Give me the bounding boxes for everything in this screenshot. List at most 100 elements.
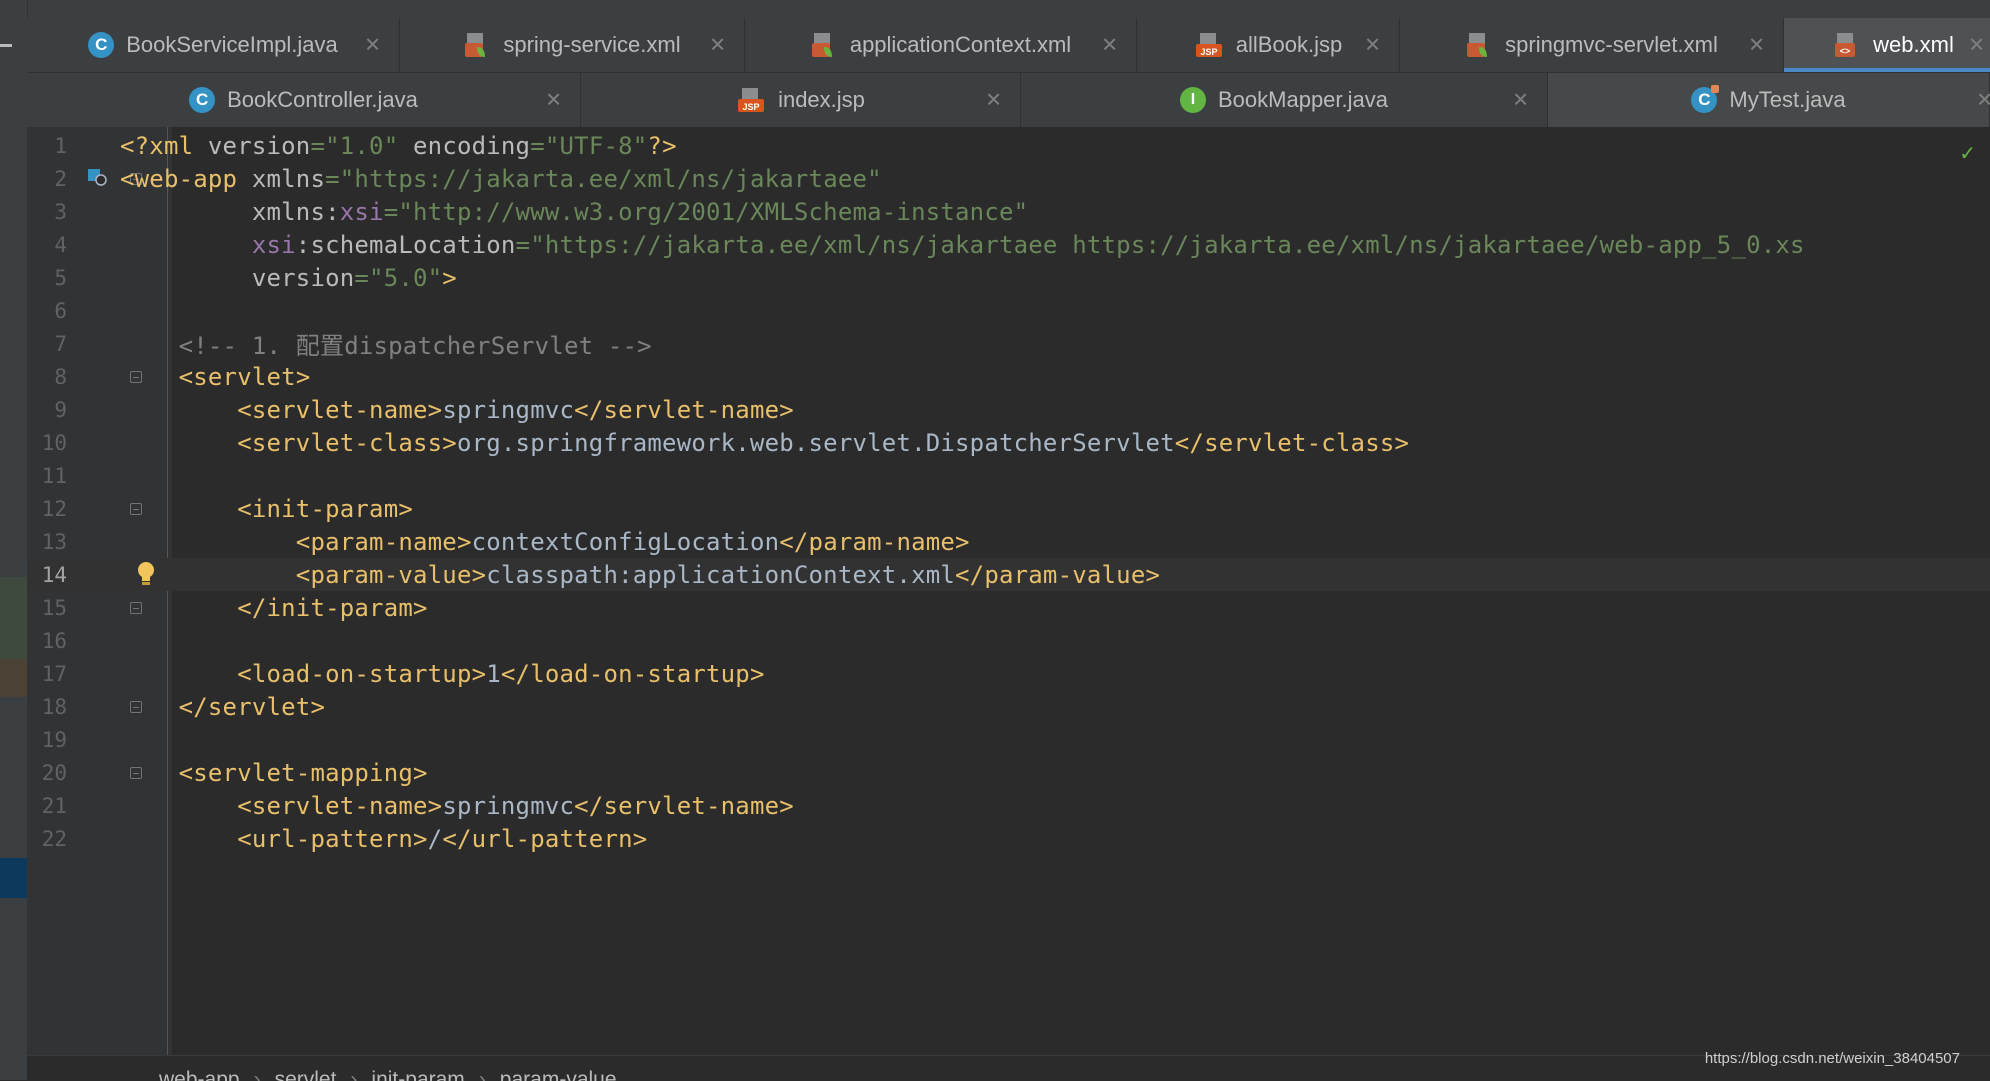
code-line[interactable]: 20 <servlet-mapping> xyxy=(27,756,1990,789)
line-number[interactable]: 13 xyxy=(27,530,67,554)
code-text[interactable]: <param-name>contextConfigLocation</param… xyxy=(120,528,970,556)
interface-icon: I xyxy=(1180,87,1206,113)
code-line[interactable]: 4 xsi:schemaLocation="https://jakarta.ee… xyxy=(27,228,1990,261)
tab-bookmapper[interactable]: I BookMapper.java ✕ xyxy=(1021,73,1548,127)
code-line[interactable]: 21 <servlet-name>springmvc</servlet-name… xyxy=(27,789,1990,822)
code-line[interactable]: 3 xmlns:xsi="http://www.w3.org/2001/XMLS… xyxy=(27,195,1990,228)
line-number[interactable]: 15 xyxy=(27,596,67,620)
code-text[interactable]: <?xml version="1.0" encoding="UTF-8"?> xyxy=(120,132,677,160)
breadcrumb-init-param[interactable]: init-param xyxy=(371,1068,464,1081)
code-line[interactable]: 17 <load-on-startup>1</load-on-startup> xyxy=(27,657,1990,690)
change-marker xyxy=(0,577,27,659)
code-line[interactable]: 11 xyxy=(27,459,1990,492)
close-icon[interactable]: ✕ xyxy=(985,88,1002,113)
chevron-right-icon: › xyxy=(478,1068,486,1081)
code-line[interactable]: 1 <?xml version="1.0" encoding="UTF-8"?> xyxy=(27,129,1990,162)
code-line[interactable]: 8 <servlet> xyxy=(27,360,1990,393)
code-text[interactable]: <param-value>classpath:applicationContex… xyxy=(120,561,1160,589)
code-line[interactable]: 7 <!-- 1. 配置dispatcherServlet --> xyxy=(27,326,1990,361)
code-text[interactable]: </init-param> xyxy=(120,594,428,622)
code-line[interactable]: 12 <init-param> xyxy=(27,492,1990,525)
code-text[interactable]: <servlet-name>springmvc</servlet-name> xyxy=(120,792,794,820)
code-line[interactable]: 19 xyxy=(27,723,1990,756)
close-icon[interactable]: ✕ xyxy=(364,33,381,58)
code-text[interactable]: <web-app xmlns="https://jakarta.ee/xml/n… xyxy=(120,165,882,193)
collapse-handle-icon[interactable] xyxy=(0,44,12,47)
close-icon[interactable]: ✕ xyxy=(1968,33,1985,58)
code-text[interactable]: <!-- 1. 配置dispatcherServlet --> xyxy=(120,326,652,361)
code-text[interactable]: xmlns:xsi="http://www.w3.org/2001/XMLSch… xyxy=(120,198,1028,226)
code-line[interactable]: 2 <web-app xmlns="https://jakarta.ee/xml/… xyxy=(27,162,1990,195)
code-line[interactable]: 22 <url-pattern>/</url-pattern> xyxy=(27,822,1990,855)
tab-allbook[interactable]: JSP allBook.jsp ✕ xyxy=(1137,18,1400,72)
code-text[interactable]: version="5.0"> xyxy=(120,264,457,292)
window-top-band xyxy=(0,0,1990,19)
line-number[interactable]: 8 xyxy=(27,365,67,389)
code-line[interactable]: 15 </init-param> xyxy=(27,591,1990,624)
code-text[interactable]: <servlet-mapping> xyxy=(120,759,428,787)
web-descriptor-gutter-icon[interactable] xyxy=(87,168,107,191)
line-number[interactable]: 11 xyxy=(27,464,67,488)
code-line[interactable]: 5 version="5.0"> xyxy=(27,261,1990,294)
line-number[interactable]: 22 xyxy=(27,827,67,851)
code-text[interactable]: <load-on-startup>1</load-on-startup> xyxy=(120,660,765,688)
close-icon[interactable]: ✕ xyxy=(545,88,562,113)
line-number[interactable]: 7 xyxy=(27,332,67,356)
line-number[interactable]: 19 xyxy=(27,728,67,752)
line-number[interactable]: 1 xyxy=(27,134,67,158)
line-number[interactable]: 6 xyxy=(27,299,67,323)
code-editor[interactable]: ✓ 1 <?xml version="1.0" encoding="UTF-8"?… xyxy=(27,127,1990,1055)
chevron-right-icon: › xyxy=(350,1068,358,1081)
tab-label: applicationContext.xml xyxy=(849,32,1072,57)
line-number[interactable]: 18 xyxy=(27,695,67,719)
code-text[interactable]: <servlet-class>org.springframework.web.s… xyxy=(120,429,1409,457)
line-number[interactable]: 10 xyxy=(27,431,67,455)
close-icon[interactable]: ✕ xyxy=(709,33,726,58)
tab-mytest[interactable]: C MyTest.java ✕ xyxy=(1548,73,1990,127)
code-text[interactable]: </servlet> xyxy=(120,693,325,721)
line-number[interactable]: 9 xyxy=(27,398,67,422)
line-number[interactable]: 14 xyxy=(27,563,67,587)
breadcrumb-web-app[interactable]: web-app xyxy=(159,1068,240,1081)
line-number[interactable]: 17 xyxy=(27,662,67,686)
close-icon[interactable]: ✕ xyxy=(1748,33,1765,58)
change-marker xyxy=(0,659,27,697)
tab-applicationcontext[interactable]: applicationContext.xml ✕ xyxy=(745,18,1137,72)
tab-web-xml[interactable]: <> web.xml ✕ xyxy=(1784,18,1990,72)
tab-spring-service[interactable]: spring-service.xml ✕ xyxy=(400,18,745,72)
tab-springmvc-servlet[interactable]: springmvc-servlet.xml ✕ xyxy=(1400,18,1784,72)
code-line[interactable]: 9 <servlet-name>springmvc</servlet-name> xyxy=(27,393,1990,426)
spring-xml-icon xyxy=(463,31,491,59)
code-text[interactable]: <servlet-name>springmvc</servlet-name> xyxy=(120,396,794,424)
code-line[interactable]: 16 xyxy=(27,624,1990,657)
code-text[interactable]: <init-param> xyxy=(120,495,413,523)
tab-label: index.jsp xyxy=(778,87,865,112)
tab-bookserviceimpl[interactable]: C BookServiceImpl.java ✕ xyxy=(27,18,400,72)
breadcrumb: web-app › servlet › init-param › param-value xyxy=(27,1055,1990,1081)
close-icon[interactable]: ✕ xyxy=(1512,88,1529,113)
line-number[interactable]: 3 xyxy=(27,200,67,224)
breadcrumb-param-value[interactable]: param-value xyxy=(500,1068,617,1081)
code-line[interactable]: 6 xyxy=(27,294,1990,327)
close-icon[interactable]: ✕ xyxy=(1101,33,1118,58)
breadcrumb-servlet[interactable]: servlet xyxy=(275,1068,337,1081)
line-number[interactable]: 21 xyxy=(27,794,67,818)
code-text[interactable]: <servlet> xyxy=(120,363,311,391)
code-line[interactable]: 14 <param-value>classpath:applicationCon… xyxy=(27,558,1990,591)
line-number[interactable]: 12 xyxy=(27,497,67,521)
close-icon[interactable]: ✕ xyxy=(1976,88,1990,113)
code-line[interactable]: 13 <param-name>contextConfigLocation</pa… xyxy=(27,525,1990,558)
code-line[interactable]: 18 </servlet> xyxy=(27,690,1990,723)
line-number[interactable]: 20 xyxy=(27,761,67,785)
line-number[interactable]: 4 xyxy=(27,233,67,257)
tab-bookcontroller[interactable]: C BookController.java ✕ xyxy=(27,73,581,127)
line-number[interactable]: 16 xyxy=(27,629,67,653)
editor-tabs-row-1: C BookServiceImpl.java ✕ spring-service.… xyxy=(27,18,1990,73)
code-line[interactable]: 10 <servlet-class>org.springframework.we… xyxy=(27,426,1990,459)
tab-index-jsp[interactable]: JSP index.jsp ✕ xyxy=(581,73,1021,127)
code-text[interactable]: xsi:schemaLocation="https://jakarta.ee/x… xyxy=(120,231,1805,259)
line-number[interactable]: 5 xyxy=(27,266,67,290)
line-number[interactable]: 2 xyxy=(27,167,67,191)
code-text[interactable]: <url-pattern>/</url-pattern> xyxy=(120,825,647,853)
close-icon[interactable]: ✕ xyxy=(1364,33,1381,58)
